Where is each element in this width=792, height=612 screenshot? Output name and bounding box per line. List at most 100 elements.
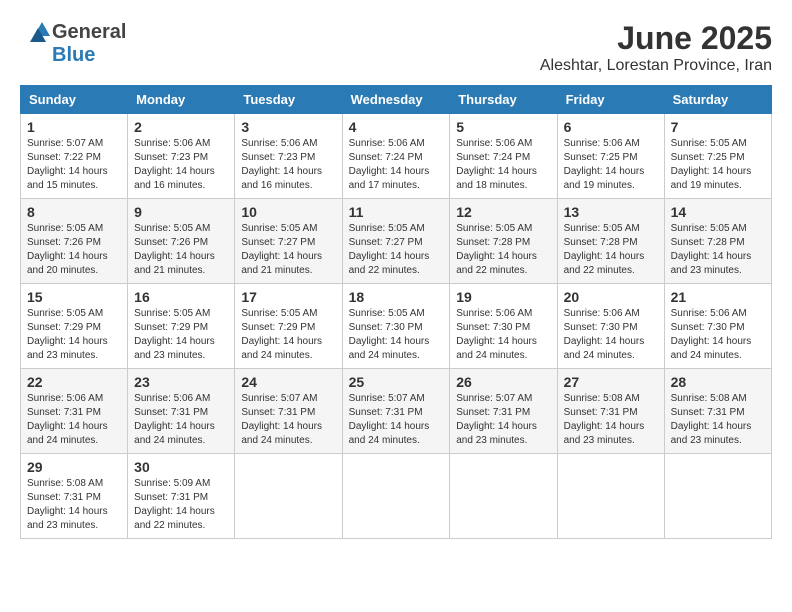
day-number: 30 xyxy=(134,459,228,475)
calendar-cell: 21 Sunrise: 5:06 AM Sunset: 7:30 PM Dayl… xyxy=(664,284,771,369)
day-number: 5 xyxy=(456,119,550,135)
day-number: 15 xyxy=(27,289,121,305)
sunrise-text: Sunrise: 5:06 AM xyxy=(564,308,640,319)
calendar-cell: 17 Sunrise: 5:05 AM Sunset: 7:29 PM Dayl… xyxy=(235,284,342,369)
day-info: Sunrise: 5:05 AM Sunset: 7:26 PM Dayligh… xyxy=(134,222,228,278)
calendar-cell: 7 Sunrise: 5:05 AM Sunset: 7:25 PM Dayli… xyxy=(664,114,771,199)
sunrise-text: Sunrise: 5:07 AM xyxy=(241,393,317,404)
day-info: Sunrise: 5:06 AM Sunset: 7:30 PM Dayligh… xyxy=(564,307,658,363)
sunrise-text: Sunrise: 5:07 AM xyxy=(349,393,425,404)
calendar-cell: 30 Sunrise: 5:09 AM Sunset: 7:31 PM Dayl… xyxy=(128,454,235,539)
day-info: Sunrise: 5:07 AM Sunset: 7:31 PM Dayligh… xyxy=(456,392,550,448)
sunset-text: Sunset: 7:22 PM xyxy=(27,152,101,163)
day-info: Sunrise: 5:05 AM Sunset: 7:29 PM Dayligh… xyxy=(27,307,121,363)
sunset-text: Sunset: 7:24 PM xyxy=(456,152,530,163)
logo-icon xyxy=(20,20,50,44)
calendar-week-row: 15 Sunrise: 5:05 AM Sunset: 7:29 PM Dayl… xyxy=(21,284,772,369)
daylight-text: Daylight: 14 hours and 18 minutes. xyxy=(456,166,537,191)
day-info: Sunrise: 5:05 AM Sunset: 7:28 PM Dayligh… xyxy=(671,222,765,278)
day-info: Sunrise: 5:08 AM Sunset: 7:31 PM Dayligh… xyxy=(27,477,121,533)
daylight-text: Daylight: 14 hours and 21 minutes. xyxy=(134,251,215,276)
day-number: 26 xyxy=(456,374,550,390)
month-year: June 2025 xyxy=(540,20,772,57)
calendar-cell: 25 Sunrise: 5:07 AM Sunset: 7:31 PM Dayl… xyxy=(342,369,450,454)
sunrise-text: Sunrise: 5:06 AM xyxy=(349,138,425,149)
sunset-text: Sunset: 7:31 PM xyxy=(456,407,530,418)
day-info: Sunrise: 5:05 AM Sunset: 7:29 PM Dayligh… xyxy=(241,307,335,363)
calendar-cell: 8 Sunrise: 5:05 AM Sunset: 7:26 PM Dayli… xyxy=(21,199,128,284)
calendar-cell: 28 Sunrise: 5:08 AM Sunset: 7:31 PM Dayl… xyxy=(664,369,771,454)
sunrise-text: Sunrise: 5:05 AM xyxy=(241,223,317,234)
sunset-text: Sunset: 7:29 PM xyxy=(134,322,208,333)
calendar-cell: 15 Sunrise: 5:05 AM Sunset: 7:29 PM Dayl… xyxy=(21,284,128,369)
calendar-cell: 23 Sunrise: 5:06 AM Sunset: 7:31 PM Dayl… xyxy=(128,369,235,454)
sunrise-text: Sunrise: 5:05 AM xyxy=(27,308,103,319)
sunrise-text: Sunrise: 5:08 AM xyxy=(564,393,640,404)
calendar-cell: 26 Sunrise: 5:07 AM Sunset: 7:31 PM Dayl… xyxy=(450,369,557,454)
sunrise-text: Sunrise: 5:05 AM xyxy=(564,223,640,234)
day-number: 12 xyxy=(456,204,550,220)
sunset-text: Sunset: 7:29 PM xyxy=(241,322,315,333)
daylight-text: Daylight: 14 hours and 19 minutes. xyxy=(564,166,645,191)
col-monday: Monday xyxy=(128,86,235,114)
day-info: Sunrise: 5:06 AM Sunset: 7:23 PM Dayligh… xyxy=(241,137,335,193)
sunset-text: Sunset: 7:31 PM xyxy=(564,407,638,418)
day-info: Sunrise: 5:05 AM Sunset: 7:28 PM Dayligh… xyxy=(564,222,658,278)
daylight-text: Daylight: 14 hours and 22 minutes. xyxy=(456,251,537,276)
sunset-text: Sunset: 7:28 PM xyxy=(671,237,745,248)
day-number: 6 xyxy=(564,119,658,135)
day-info: Sunrise: 5:07 AM Sunset: 7:31 PM Dayligh… xyxy=(349,392,444,448)
sunset-text: Sunset: 7:31 PM xyxy=(27,407,101,418)
daylight-text: Daylight: 14 hours and 24 minutes. xyxy=(241,421,322,446)
calendar-cell: 29 Sunrise: 5:08 AM Sunset: 7:31 PM Dayl… xyxy=(21,454,128,539)
sunset-text: Sunset: 7:25 PM xyxy=(564,152,638,163)
sunset-text: Sunset: 7:31 PM xyxy=(134,407,208,418)
sunrise-text: Sunrise: 5:06 AM xyxy=(241,138,317,149)
day-number: 16 xyxy=(134,289,228,305)
day-info: Sunrise: 5:05 AM Sunset: 7:30 PM Dayligh… xyxy=(349,307,444,363)
daylight-text: Daylight: 14 hours and 23 minutes. xyxy=(671,421,752,446)
daylight-text: Daylight: 14 hours and 24 minutes. xyxy=(27,421,108,446)
day-info: Sunrise: 5:05 AM Sunset: 7:27 PM Dayligh… xyxy=(241,222,335,278)
sunset-text: Sunset: 7:24 PM xyxy=(349,152,423,163)
day-info: Sunrise: 5:08 AM Sunset: 7:31 PM Dayligh… xyxy=(564,392,658,448)
daylight-text: Daylight: 14 hours and 24 minutes. xyxy=(564,336,645,361)
calendar-cell: 2 Sunrise: 5:06 AM Sunset: 7:23 PM Dayli… xyxy=(128,114,235,199)
logo: General Blue xyxy=(20,20,126,67)
calendar-cell: 22 Sunrise: 5:06 AM Sunset: 7:31 PM Dayl… xyxy=(21,369,128,454)
calendar-cell: 10 Sunrise: 5:05 AM Sunset: 7:27 PM Dayl… xyxy=(235,199,342,284)
day-number: 28 xyxy=(671,374,765,390)
col-saturday: Saturday xyxy=(664,86,771,114)
sunrise-text: Sunrise: 5:06 AM xyxy=(456,308,532,319)
day-info: Sunrise: 5:06 AM Sunset: 7:31 PM Dayligh… xyxy=(27,392,121,448)
calendar-cell: 16 Sunrise: 5:05 AM Sunset: 7:29 PM Dayl… xyxy=(128,284,235,369)
day-number: 29 xyxy=(27,459,121,475)
daylight-text: Daylight: 14 hours and 22 minutes. xyxy=(564,251,645,276)
daylight-text: Daylight: 14 hours and 23 minutes. xyxy=(456,421,537,446)
calendar-week-row: 29 Sunrise: 5:08 AM Sunset: 7:31 PM Dayl… xyxy=(21,454,772,539)
sunset-text: Sunset: 7:28 PM xyxy=(456,237,530,248)
day-number: 10 xyxy=(241,204,335,220)
calendar-cell: 6 Sunrise: 5:06 AM Sunset: 7:25 PM Dayli… xyxy=(557,114,664,199)
day-info: Sunrise: 5:09 AM Sunset: 7:31 PM Dayligh… xyxy=(134,477,228,533)
col-friday: Friday xyxy=(557,86,664,114)
sunrise-text: Sunrise: 5:06 AM xyxy=(134,138,210,149)
day-number: 7 xyxy=(671,119,765,135)
day-number: 8 xyxy=(27,204,121,220)
sunset-text: Sunset: 7:23 PM xyxy=(241,152,315,163)
daylight-text: Daylight: 14 hours and 17 minutes. xyxy=(349,166,430,191)
day-info: Sunrise: 5:07 AM Sunset: 7:22 PM Dayligh… xyxy=(27,137,121,193)
calendar-cell: 18 Sunrise: 5:05 AM Sunset: 7:30 PM Dayl… xyxy=(342,284,450,369)
calendar-week-row: 1 Sunrise: 5:07 AM Sunset: 7:22 PM Dayli… xyxy=(21,114,772,199)
day-info: Sunrise: 5:06 AM Sunset: 7:30 PM Dayligh… xyxy=(671,307,765,363)
sunset-text: Sunset: 7:31 PM xyxy=(241,407,315,418)
daylight-text: Daylight: 14 hours and 24 minutes. xyxy=(349,421,430,446)
day-number: 20 xyxy=(564,289,658,305)
day-number: 11 xyxy=(349,204,444,220)
sunrise-text: Sunrise: 5:07 AM xyxy=(456,393,532,404)
day-info: Sunrise: 5:06 AM Sunset: 7:24 PM Dayligh… xyxy=(456,137,550,193)
location: Aleshtar, Lorestan Province, Iran xyxy=(540,57,772,75)
logo-blue: Blue xyxy=(52,44,95,67)
daylight-text: Daylight: 14 hours and 23 minutes. xyxy=(671,251,752,276)
day-info: Sunrise: 5:05 AM Sunset: 7:28 PM Dayligh… xyxy=(456,222,550,278)
